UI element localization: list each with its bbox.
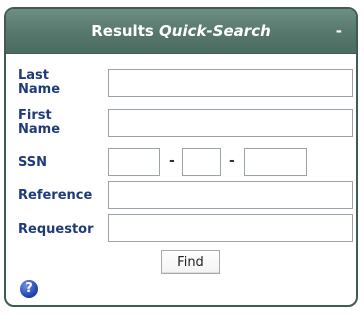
collapse-button[interactable]: -	[336, 9, 342, 53]
requestor-input[interactable]	[108, 214, 353, 242]
ssn-label: SSN	[18, 155, 48, 170]
reference-input[interactable]	[108, 181, 353, 209]
help-icon[interactable]: ?	[20, 280, 38, 298]
first-name-label: First Name	[18, 109, 60, 137]
panel-title: Results Quick-Search	[6, 9, 356, 53]
ssn-separator-1: -	[169, 153, 175, 169]
last-name-label: Last Name	[18, 69, 60, 97]
ssn-part1-input[interactable]	[108, 148, 160, 176]
last-name-label-line2: Name	[18, 82, 61, 97]
ssn-part3-input[interactable]	[244, 148, 307, 176]
last-name-input[interactable]	[108, 69, 353, 97]
panel-header: Results Quick-Search -	[6, 9, 356, 54]
first-name-label-line1: First	[18, 108, 52, 123]
last-name-label-line1: Last	[18, 68, 50, 83]
find-button[interactable]: Find	[161, 250, 220, 274]
ssn-part2-input[interactable]	[182, 148, 221, 176]
first-name-label-line2: Name	[18, 122, 61, 137]
first-name-input[interactable]	[108, 109, 353, 137]
reference-label: Reference	[18, 188, 93, 203]
requestor-label: Requestor	[18, 222, 94, 237]
panel-title-italic: Quick-Search	[159, 22, 271, 40]
ssn-separator-2: -	[229, 153, 235, 169]
panel-title-main: Results	[91, 22, 154, 40]
results-quick-search-panel: Results Quick-Search - Last Name First N…	[4, 7, 358, 307]
